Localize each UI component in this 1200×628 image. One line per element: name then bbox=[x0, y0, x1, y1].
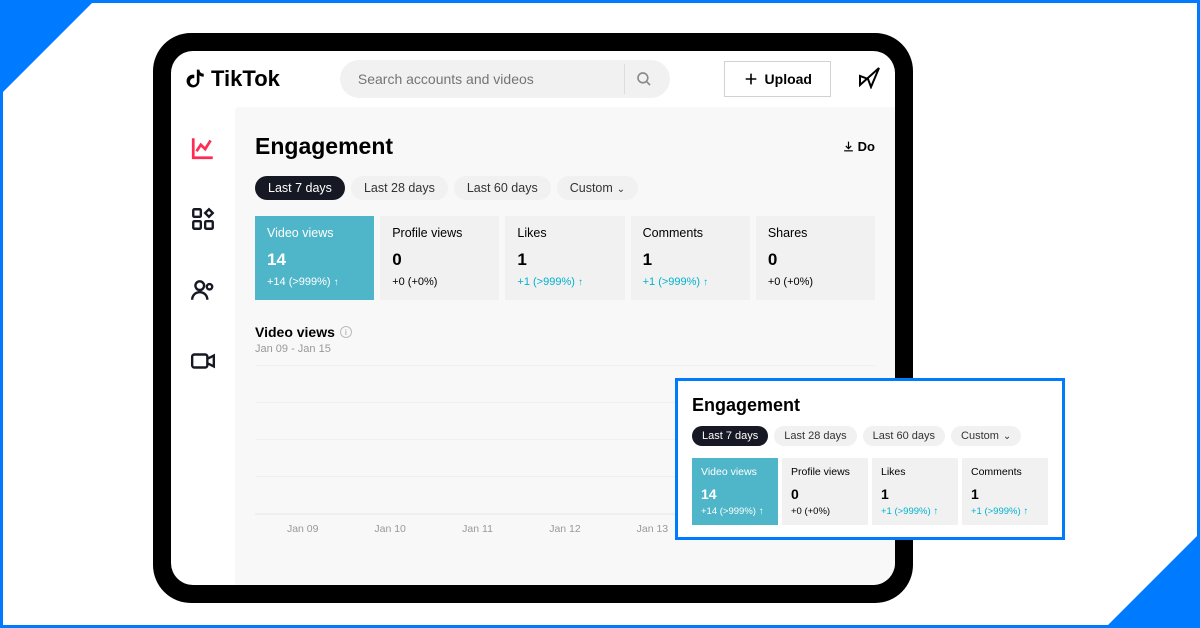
sidebar-content[interactable] bbox=[190, 206, 216, 237]
range-custom[interactable]: Custom⌄ bbox=[951, 426, 1021, 446]
upload-label: Upload bbox=[765, 71, 812, 87]
x-tick: Jan 11 bbox=[434, 523, 521, 535]
metric-delta: +1 (>999%) ↑ bbox=[881, 506, 949, 517]
metric-shares[interactable]: Shares 0 +0 (+0%) bbox=[756, 216, 875, 300]
metric-label: Likes bbox=[517, 226, 612, 240]
metric-delta: +14 (>999%) ↑ bbox=[267, 276, 362, 288]
metric-label: Video views bbox=[701, 466, 769, 478]
metric-delta: +1 (>999%) ↑ bbox=[517, 276, 612, 288]
callout-metrics: Video views 14 +14 (>999%) ↑ Profile views 0… bbox=[692, 458, 1048, 525]
date-range-row: Last 7 daysLast 28 daysLast 60 daysCusto… bbox=[255, 176, 875, 200]
range-last-7-days[interactable]: Last 7 days bbox=[255, 176, 345, 200]
search-input[interactable] bbox=[358, 71, 624, 87]
x-tick: Jan 09 bbox=[259, 523, 346, 535]
metric-value: 0 bbox=[768, 250, 863, 270]
download-data-link[interactable]: Do bbox=[842, 139, 875, 154]
arrow-up-icon: ↑ bbox=[1023, 506, 1028, 517]
send-icon[interactable] bbox=[857, 65, 881, 94]
callout-title: Engagement bbox=[692, 395, 1048, 416]
range-custom[interactable]: Custom⌄ bbox=[557, 176, 638, 200]
search-icon bbox=[635, 70, 653, 88]
info-icon[interactable]: i bbox=[340, 326, 352, 338]
brand-text: TikTok bbox=[211, 66, 280, 92]
range-last-60-days[interactable]: Last 60 days bbox=[454, 176, 551, 200]
metric-label: Video views bbox=[267, 226, 362, 240]
decorative-corner-tl bbox=[0, 0, 95, 95]
metric-delta: +1 (>999%) ↑ bbox=[643, 276, 738, 288]
metric-value: 1 bbox=[643, 250, 738, 270]
metric-delta: +0 (+0%) bbox=[791, 506, 859, 517]
metric-video-views[interactable]: Video views 14 +14 (>999%) ↑ bbox=[692, 458, 778, 525]
metric-comments[interactable]: Comments 1 +1 (>999%) ↑ bbox=[631, 216, 750, 300]
chevron-down-icon: ⌄ bbox=[617, 184, 625, 195]
download-icon bbox=[842, 140, 855, 153]
plus-icon bbox=[743, 71, 759, 87]
search-bar[interactable] bbox=[340, 60, 670, 98]
range-last-28-days[interactable]: Last 28 days bbox=[774, 426, 856, 446]
x-tick: Jan 12 bbox=[521, 523, 608, 535]
metric-delta: +0 (+0%) bbox=[768, 276, 863, 288]
metric-label: Comments bbox=[971, 466, 1039, 478]
metric-profile-views[interactable]: Profile views 0 +0 (+0%) bbox=[782, 458, 868, 525]
metric-value: 14 bbox=[701, 486, 769, 502]
sidebar bbox=[171, 107, 235, 585]
arrow-up-icon: ↑ bbox=[578, 277, 583, 288]
metric-likes[interactable]: Likes 1 +1 (>999%) ↑ bbox=[505, 216, 624, 300]
grid-line bbox=[255, 365, 875, 366]
arrow-up-icon: ↑ bbox=[334, 277, 339, 288]
engagement-metrics: Video views 14 +14 (>999%) ↑ Profile views 0… bbox=[255, 216, 875, 300]
metric-value: 14 bbox=[267, 250, 362, 270]
metric-label: Profile views bbox=[392, 226, 487, 240]
arrow-up-icon: ↑ bbox=[759, 506, 764, 517]
metric-video-views[interactable]: Video views 14 +14 (>999%) ↑ bbox=[255, 216, 374, 300]
sidebar-analytics[interactable] bbox=[190, 135, 216, 166]
metric-value: 1 bbox=[881, 486, 949, 502]
page-title: Engagement bbox=[255, 133, 393, 160]
metric-delta: +1 (>999%) ↑ bbox=[971, 506, 1039, 517]
analytics-chart-icon bbox=[190, 135, 216, 161]
decorative-corner-br bbox=[1105, 533, 1200, 628]
arrow-up-icon: ↑ bbox=[933, 506, 938, 517]
sidebar-live[interactable] bbox=[190, 348, 216, 379]
tiktok-note-icon bbox=[185, 67, 207, 91]
metric-value: 1 bbox=[517, 250, 612, 270]
metric-delta: +0 (+0%) bbox=[392, 276, 487, 288]
x-tick: Jan 10 bbox=[346, 523, 433, 535]
tiktok-logo[interactable]: TikTok bbox=[185, 66, 280, 92]
callout-range-row: Last 7 days Last 28 days Last 60 days Custo… bbox=[692, 426, 1048, 446]
upload-button[interactable]: Upload bbox=[724, 61, 831, 97]
metric-likes[interactable]: Likes 1 +1 (>999%) ↑ bbox=[872, 458, 958, 525]
metric-value: 1 bbox=[971, 486, 1039, 502]
video-camera-icon bbox=[190, 348, 216, 374]
range-last-60-days[interactable]: Last 60 days bbox=[863, 426, 945, 446]
metric-label: Comments bbox=[643, 226, 738, 240]
followers-icon bbox=[190, 277, 216, 303]
search-button[interactable] bbox=[624, 64, 664, 94]
metric-label: Profile views bbox=[791, 466, 859, 478]
header: TikTok Upload bbox=[171, 51, 895, 107]
chart-subtitle: Jan 09 - Jan 15 bbox=[255, 343, 875, 355]
metric-profile-views[interactable]: Profile views 0 +0 (+0%) bbox=[380, 216, 499, 300]
range-last-28-days[interactable]: Last 28 days bbox=[351, 176, 448, 200]
metric-value: 0 bbox=[392, 250, 487, 270]
arrow-up-icon: ↑ bbox=[703, 277, 708, 288]
engagement-callout: Engagement Last 7 days Last 28 days Last 6… bbox=[675, 378, 1065, 540]
metric-label: Shares bbox=[768, 226, 863, 240]
chevron-down-icon: ⌄ bbox=[1003, 431, 1011, 442]
metric-label: Likes bbox=[881, 466, 949, 478]
chart-title: Video views bbox=[255, 324, 335, 340]
metric-delta: +14 (>999%) ↑ bbox=[701, 506, 769, 517]
grid-add-icon bbox=[190, 206, 216, 232]
range-last-7-days[interactable]: Last 7 days bbox=[692, 426, 768, 446]
metric-comments[interactable]: Comments 1 +1 (>999%) ↑ bbox=[962, 458, 1048, 525]
metric-value: 0 bbox=[791, 486, 859, 502]
sidebar-followers[interactable] bbox=[190, 277, 216, 308]
